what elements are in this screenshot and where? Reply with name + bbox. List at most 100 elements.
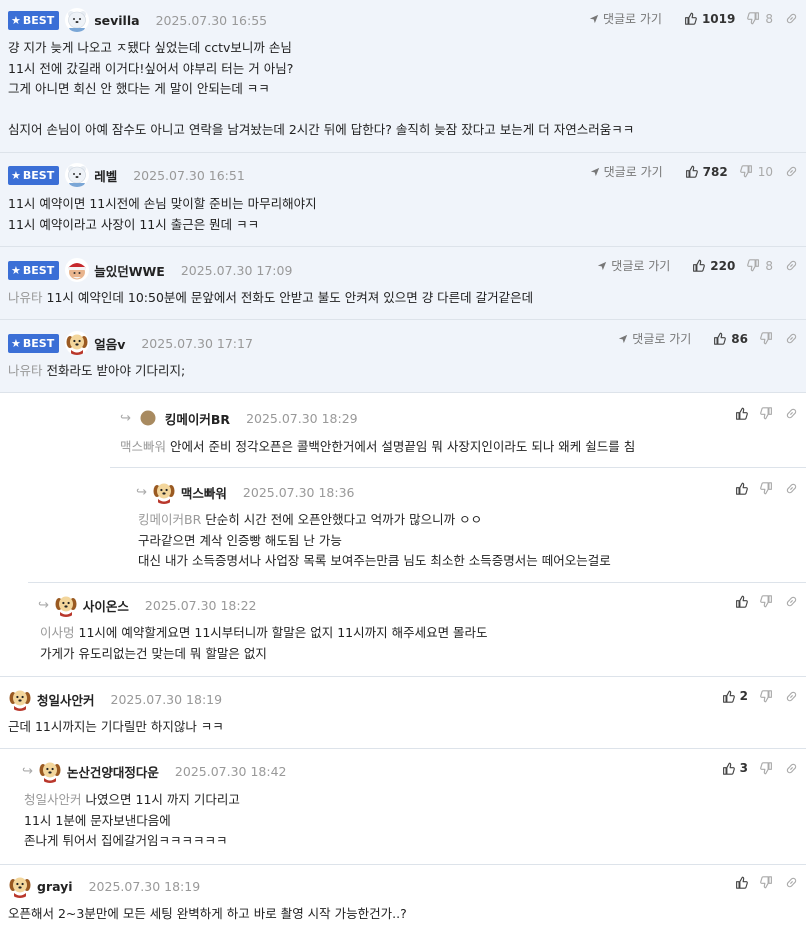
polar-bear-icon[interactable]	[65, 8, 89, 32]
copy-link-button[interactable]	[785, 12, 798, 25]
dislike-button[interactable]: 8	[747, 259, 773, 273]
comment-item: ↪ 사이온스 2025.07.30 18:22 이사멍 11시에 예약할게요면 1…	[0, 583, 806, 677]
goto-reply-link[interactable]: 댓글로 가기	[589, 10, 662, 27]
like-button[interactable]: 2	[722, 689, 748, 703]
comment-item: ★ BEST 얼음v 2025.07.30 17:17 댓글로 가기 86 나유타…	[0, 320, 806, 393]
goto-reply-link[interactable]: 댓글로 가기	[597, 257, 670, 274]
dislike-button[interactable]	[760, 876, 773, 889]
copy-link-button[interactable]	[785, 165, 798, 178]
comment-item: ↪ 맥스빠워 2025.07.30 18:36 킹메이커BR 단순히 시간 전에 …	[28, 468, 806, 583]
thumbs-down-icon	[747, 259, 760, 272]
link-icon	[785, 876, 798, 889]
like-button[interactable]	[735, 595, 748, 608]
timestamp: 2025.07.30 17:17	[141, 335, 253, 351]
copy-link-button[interactable]	[785, 332, 798, 345]
dislike-count: 8	[765, 11, 773, 26]
like-button[interactable]: 86	[713, 332, 748, 346]
reply-arrow-icon: ↪	[136, 484, 147, 500]
comment-body: 맥스빠워 안에서 준비 정각오픈은 콜백안한거에서 설명끝임 뭐 사장지인이라도 …	[120, 439, 636, 454]
author-name[interactable]: 사이온스	[83, 596, 129, 615]
thumbs-up-icon	[722, 690, 735, 703]
author-name[interactable]: 얼음v	[94, 334, 125, 353]
link-icon	[785, 259, 798, 272]
link-icon	[785, 12, 798, 25]
like-button[interactable]	[735, 482, 748, 495]
link-icon	[785, 407, 798, 420]
author-name[interactable]: 레벨	[94, 166, 117, 185]
like-button[interactable]: 1019	[684, 12, 735, 26]
timestamp: 2025.07.30 18:36	[242, 484, 355, 500]
link-icon	[785, 762, 798, 775]
dislike-button[interactable]: 8	[747, 12, 773, 26]
thumbs-down-icon	[760, 876, 773, 889]
puppy-icon[interactable]	[54, 593, 78, 617]
thumbs-down-icon	[747, 12, 760, 25]
like-button[interactable]	[735, 876, 748, 889]
author-name[interactable]: 청일사안커	[37, 690, 95, 709]
author-name[interactable]: sevilla	[94, 13, 139, 28]
dislike-count: 8	[765, 258, 773, 273]
goto-reply-link[interactable]: 댓글로 가기	[590, 163, 663, 180]
like-button[interactable]: 3	[722, 761, 748, 775]
thumbs-up-icon	[735, 876, 748, 889]
mention[interactable]: 맥스빠워	[120, 439, 166, 454]
author-name[interactable]: 논산건양대정다운	[67, 762, 159, 781]
like-button[interactable]: 220	[692, 259, 735, 273]
like-button[interactable]: 782	[685, 165, 728, 179]
best-badge: ★ BEST	[8, 260, 60, 280]
dislike-count: 10	[757, 164, 773, 179]
reply-arrow-icon: ↪	[120, 410, 131, 426]
dislike-button[interactable]	[760, 332, 773, 345]
dislike-button[interactable]	[760, 595, 773, 608]
copy-link-button[interactable]	[785, 595, 798, 608]
dislike-button[interactable]	[760, 762, 773, 775]
polar-bear-icon[interactable]	[65, 163, 89, 187]
copy-link-button[interactable]	[785, 259, 798, 272]
puppy-icon[interactable]	[38, 759, 62, 783]
comment-body: 근데 11시까지는 기다릴만 하지않나 ㅋㅋ	[8, 719, 224, 734]
copy-link-button[interactable]	[785, 876, 798, 889]
timestamp: 2025.07.30 16:51	[133, 167, 245, 183]
like-button[interactable]	[735, 407, 748, 420]
mention[interactable]: 킹메이커BR	[138, 512, 201, 527]
mention[interactable]: 이사멍	[40, 625, 75, 640]
comment-item: grayi 2025.07.30 18:19 오픈해서 2~3분만에 모든 세팅…	[0, 865, 806, 932]
timestamp: 2025.07.30 18:22	[144, 597, 257, 613]
send-icon	[590, 167, 600, 177]
author-name[interactable]: 맥스빠워	[181, 483, 227, 502]
thumbs-up-icon	[735, 595, 748, 608]
santa-icon[interactable]	[65, 258, 89, 282]
author-name[interactable]: grayi	[37, 879, 73, 894]
copy-link-button[interactable]	[785, 407, 798, 420]
comment-body: 걍 지가 늦게 나오고 ㅈ됐다 싶었는데 cctv보니까 손님 11시 전에 갔…	[8, 40, 635, 137]
dislike-button[interactable]	[760, 482, 773, 495]
copy-link-button[interactable]	[785, 690, 798, 703]
puppy-icon[interactable]	[8, 874, 32, 898]
best-badge: ★ BEST	[8, 10, 60, 30]
mention[interactable]: 청일사안커	[24, 792, 82, 807]
best-badge: ★ BEST	[8, 333, 60, 353]
link-icon	[785, 595, 798, 608]
copy-link-button[interactable]	[785, 482, 798, 495]
goto-reply-link[interactable]: 댓글로 가기	[618, 330, 691, 347]
author-name[interactable]: 킹메이커BR	[165, 409, 230, 428]
thumbs-up-icon	[685, 165, 698, 178]
timestamp: 2025.07.30 16:55	[155, 12, 268, 28]
brown-circle-icon[interactable]	[136, 406, 160, 430]
mention[interactable]: 나유타	[8, 290, 43, 305]
dislike-button[interactable]	[760, 407, 773, 420]
thumbs-down-icon	[740, 165, 753, 178]
thumbs-down-icon	[760, 762, 773, 775]
comment-body: 나유타 11시 예약인데 10:50분에 문앞에서 전화도 안받고 불도 안켜져 …	[8, 290, 534, 305]
puppy-icon[interactable]	[8, 687, 32, 711]
comment-item: ★ BEST sevilla 2025.07.30 16:55 댓글로 가기 10…	[0, 0, 806, 153]
puppy-icon[interactable]	[152, 480, 176, 504]
mention[interactable]: 나유타	[8, 363, 43, 378]
author-name[interactable]: 늘있던WWE	[94, 261, 165, 280]
thumbs-down-icon	[760, 482, 773, 495]
comment-item: ★ BEST 레벨 2025.07.30 16:51 댓글로 가기 782 10 …	[0, 153, 806, 247]
dislike-button[interactable]: 10	[740, 165, 773, 179]
copy-link-button[interactable]	[785, 762, 798, 775]
dislike-button[interactable]	[760, 690, 773, 703]
puppy-icon[interactable]	[65, 331, 89, 355]
